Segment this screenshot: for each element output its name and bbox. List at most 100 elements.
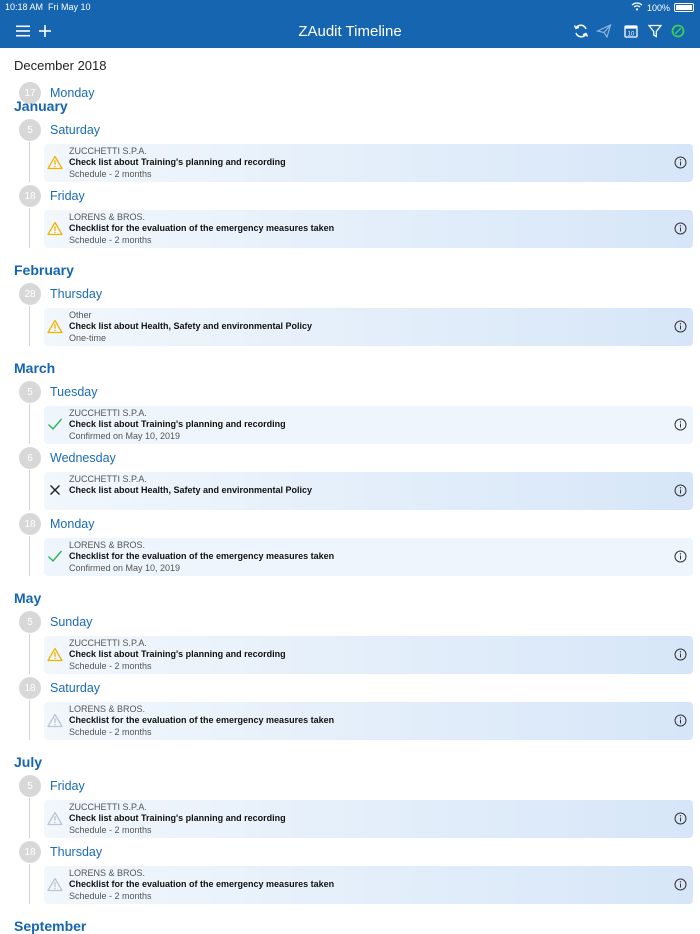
card-subtitle: Schedule - 2 months: [69, 825, 152, 835]
timeline-connector: [29, 634, 30, 674]
card-checklist-name: Check list about Health, Safety and envi…: [69, 485, 313, 495]
status-bar: 10:18 AM Fri May 10 100%: [0, 0, 700, 14]
checklist-card[interactable]: Other Check list about Health, Safety and…: [44, 308, 693, 346]
day-number-badge: 5: [19, 381, 41, 403]
day-number-badge: 18: [19, 841, 41, 863]
month-header: May: [14, 590, 42, 606]
timeline-connector: [29, 470, 30, 510]
warning-icon: [47, 220, 63, 236]
card-checklist-name: Checklist for the evaluation of the emer…: [69, 879, 335, 889]
timeline-list[interactable]: December 2018 17 Monday January 5 Saturday ZU…: [0, 48, 700, 934]
day-number-badge: 28: [19, 283, 41, 305]
card-company: LORENS & BROS.: [69, 868, 146, 878]
warning-icon: [47, 318, 63, 334]
checklist-card[interactable]: LORENS & BROS. Checklist for the evaluati…: [44, 702, 693, 740]
wifi-icon: [631, 2, 643, 13]
month-header: March: [14, 360, 56, 376]
info-icon[interactable]: [674, 648, 687, 661]
checklist-card[interactable]: ZUCCHETTI S.P.A. Check list about Trainin…: [44, 144, 693, 182]
day-name: Tuesday: [50, 385, 98, 399]
timeline-connector: [29, 208, 30, 248]
battery-icon: [674, 3, 694, 12]
card-subtitle: One-time: [69, 333, 107, 343]
checklist-card[interactable]: ZUCCHETTI S.P.A. Check list about Health,…: [44, 472, 693, 510]
card-company: ZUCCHETTI S.P.A.: [69, 802, 147, 812]
checklist-card[interactable]: LORENS & BROS. Checklist for the evaluati…: [44, 866, 693, 904]
timeline-connector: [29, 700, 30, 740]
sticky-month-header: December 2018: [14, 58, 107, 73]
checklist-card[interactable]: ZUCCHETTI S.P.A. Check list about Trainin…: [44, 800, 693, 838]
status-time: 10:18 AM: [5, 2, 44, 12]
timeline-connector: [29, 536, 30, 576]
info-icon[interactable]: [674, 714, 687, 727]
calendar-icon[interactable]: 10: [621, 21, 641, 41]
sync-icon[interactable]: [668, 21, 688, 41]
month-header: January: [14, 98, 68, 114]
info-icon[interactable]: [674, 156, 687, 169]
day-number-badge: 5: [19, 775, 41, 797]
info-icon[interactable]: [674, 418, 687, 431]
card-subtitle: Schedule - 2 months: [69, 169, 152, 179]
card-subtitle: Schedule - 2 months: [69, 661, 152, 671]
info-icon[interactable]: [674, 812, 687, 825]
info-icon[interactable]: [674, 222, 687, 235]
card-checklist-name: Checklist for the evaluation of the emer…: [69, 223, 335, 233]
info-icon[interactable]: [674, 878, 687, 891]
card-company: LORENS & BROS.: [69, 540, 146, 550]
day-name: Monday: [50, 517, 95, 531]
info-icon[interactable]: [674, 550, 687, 563]
month-header: July: [14, 754, 43, 770]
card-checklist-name: Checklist for the evaluation of the emer…: [69, 715, 335, 725]
card-subtitle: Confirmed on May 10, 2019: [69, 563, 181, 573]
status-date: Fri May 10: [48, 2, 91, 12]
card-company: ZUCCHETTI S.P.A.: [69, 638, 147, 648]
checklist-card[interactable]: ZUCCHETTI S.P.A. Check list about Trainin…: [44, 636, 693, 674]
checklist-card[interactable]: LORENS & BROS. Checklist for the evaluati…: [44, 538, 693, 576]
card-checklist-name: Checklist for the evaluation of the emer…: [69, 551, 335, 561]
timeline-connector: [29, 306, 30, 346]
card-checklist-name: Check list about Training's planning and…: [69, 157, 286, 167]
card-company: ZUCCHETTI S.P.A.: [69, 146, 147, 156]
day-number-badge: 5: [19, 119, 41, 141]
timeline-connector: [29, 798, 30, 838]
day-name: Friday: [50, 189, 85, 203]
day-number-badge: 18: [19, 185, 41, 207]
day-number-badge: 6: [19, 447, 41, 469]
card-checklist-name: Check list about Training's planning and…: [69, 649, 286, 659]
day-name: Thursday: [50, 287, 103, 301]
send-icon[interactable]: [594, 21, 614, 41]
warning-icon: [47, 712, 63, 728]
calendar-icon-day: 10: [628, 31, 635, 37]
filter-icon[interactable]: [645, 21, 665, 41]
day-name: Sunday: [50, 615, 93, 629]
card-subtitle: Confirmed on May 10, 2019: [69, 431, 181, 441]
info-icon[interactable]: [674, 320, 687, 333]
month-header: February: [14, 262, 74, 278]
card-company: LORENS & BROS.: [69, 704, 146, 714]
card-checklist-name: Check list about Training's planning and…: [69, 419, 286, 429]
day-name: Friday: [50, 779, 85, 793]
checkmark-icon: [47, 548, 63, 564]
day-name: Saturday: [50, 681, 101, 695]
card-checklist-name: Check list about Training's planning and…: [69, 813, 286, 823]
warning-icon: [47, 876, 63, 892]
navigation-bar: ZAudit Timeline 10: [0, 14, 700, 48]
card-company: ZUCCHETTI S.P.A.: [69, 474, 147, 484]
refresh-icon[interactable]: [571, 21, 591, 41]
timeline-connector: [29, 864, 30, 904]
close-icon: [47, 482, 63, 498]
battery-percent: 100%: [646, 2, 670, 13]
checkmark-icon: [47, 416, 63, 432]
day-number-badge: 18: [19, 513, 41, 535]
day-name: Saturday: [50, 123, 101, 137]
month-header: September: [14, 918, 87, 934]
info-icon[interactable]: [674, 484, 687, 497]
timeline-connector: [29, 142, 30, 182]
checklist-card[interactable]: LORENS & BROS. Checklist for the evaluati…: [44, 210, 693, 248]
card-company: Other: [69, 310, 92, 320]
card-company: ZUCCHETTI S.P.A.: [69, 408, 147, 418]
card-company: LORENS & BROS.: [69, 212, 146, 222]
checklist-card[interactable]: ZUCCHETTI S.P.A. Check list about Trainin…: [44, 406, 693, 444]
day-number-badge: 18: [19, 677, 41, 699]
status-right: 100%: [631, 2, 694, 13]
